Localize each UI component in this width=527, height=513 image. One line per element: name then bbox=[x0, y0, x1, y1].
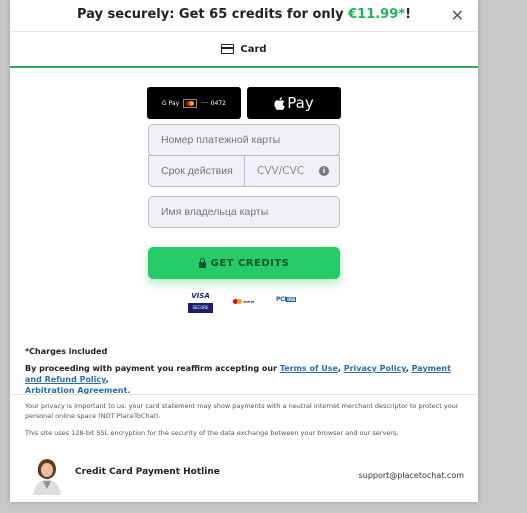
title-text: Pay securely: Get 65 credits for only bbox=[76, 7, 349, 22]
modal-header: Pay securely: Get 65 credits for only €1… bbox=[10, 0, 478, 32]
cvv-field[interactable]: CVV/CVC i bbox=[244, 155, 340, 187]
price-label: €11.99* bbox=[348, 7, 406, 22]
cvv-placeholder: CVV/CVC bbox=[257, 165, 305, 177]
credit-card-icon bbox=[221, 44, 235, 54]
apple-pay-label: Pay bbox=[287, 94, 314, 112]
privacy-policy-link[interactable]: Privacy Policy bbox=[344, 364, 406, 373]
gpay-card-number: ···· 0472 bbox=[201, 99, 226, 107]
mastercard-secure-badge: ▬▬▬ bbox=[233, 299, 254, 304]
close-icon[interactable]: ✕ bbox=[451, 8, 464, 24]
terms-text: By proceeding with payment you reaffirm … bbox=[25, 364, 451, 395]
terms-intro: By proceeding with payment you reaffirm … bbox=[25, 364, 280, 373]
modal-title: Pay securely: Get 65 credits for only €1… bbox=[10, 0, 478, 30]
info-icon[interactable]: i bbox=[319, 166, 329, 176]
google-pay-button[interactable]: G Pay ···· 0472 bbox=[147, 87, 241, 119]
divider bbox=[10, 394, 478, 395]
wallet-buttons: G Pay ···· 0472 Pay bbox=[147, 87, 341, 119]
pci-dss-badge: PCIDSS bbox=[276, 296, 297, 303]
expiry-input[interactable] bbox=[148, 155, 245, 187]
hotline-label: Credit Card Payment Hotline bbox=[75, 467, 220, 477]
visa-secure-badge: VISA SECURE bbox=[188, 292, 213, 315]
lock-icon bbox=[198, 257, 206, 268]
ssl-note: This site uses 128-bit SSL encryption fo… bbox=[25, 429, 399, 437]
get-credits-button[interactable]: GET CREDITS bbox=[148, 247, 340, 279]
gpay-label: G Pay bbox=[162, 99, 180, 107]
privacy-note: Your privacy is important to us: your ca… bbox=[25, 402, 459, 420]
support-email[interactable]: support@placetochat.com bbox=[359, 471, 464, 480]
card-number-input[interactable] bbox=[148, 124, 340, 156]
visa-secure-label: SECURE bbox=[188, 303, 213, 313]
get-credits-label: GET CREDITS bbox=[210, 257, 290, 269]
mastercard-icon bbox=[183, 98, 198, 108]
cardholder-name-input[interactable] bbox=[148, 196, 340, 228]
tab-card[interactable]: Card bbox=[10, 32, 478, 68]
mastercard-secure-text: ▬▬▬ bbox=[243, 299, 255, 304]
support-agent-avatar bbox=[33, 459, 61, 495]
tab-card-label: Card bbox=[240, 43, 267, 55]
apple-pay-button[interactable]: Pay bbox=[247, 87, 341, 119]
title-suffix: ! bbox=[405, 7, 412, 22]
terms-of-use-link[interactable]: Terms of Use bbox=[280, 364, 338, 373]
payment-modal: Pay securely: Get 65 credits for only €1… bbox=[10, 0, 478, 502]
charges-note: *Charges included bbox=[25, 347, 108, 356]
apple-icon bbox=[274, 96, 286, 110]
dss-label: DSS bbox=[286, 297, 297, 302]
pci-label: PCI bbox=[276, 296, 287, 303]
visa-label: VISA bbox=[191, 292, 210, 300]
